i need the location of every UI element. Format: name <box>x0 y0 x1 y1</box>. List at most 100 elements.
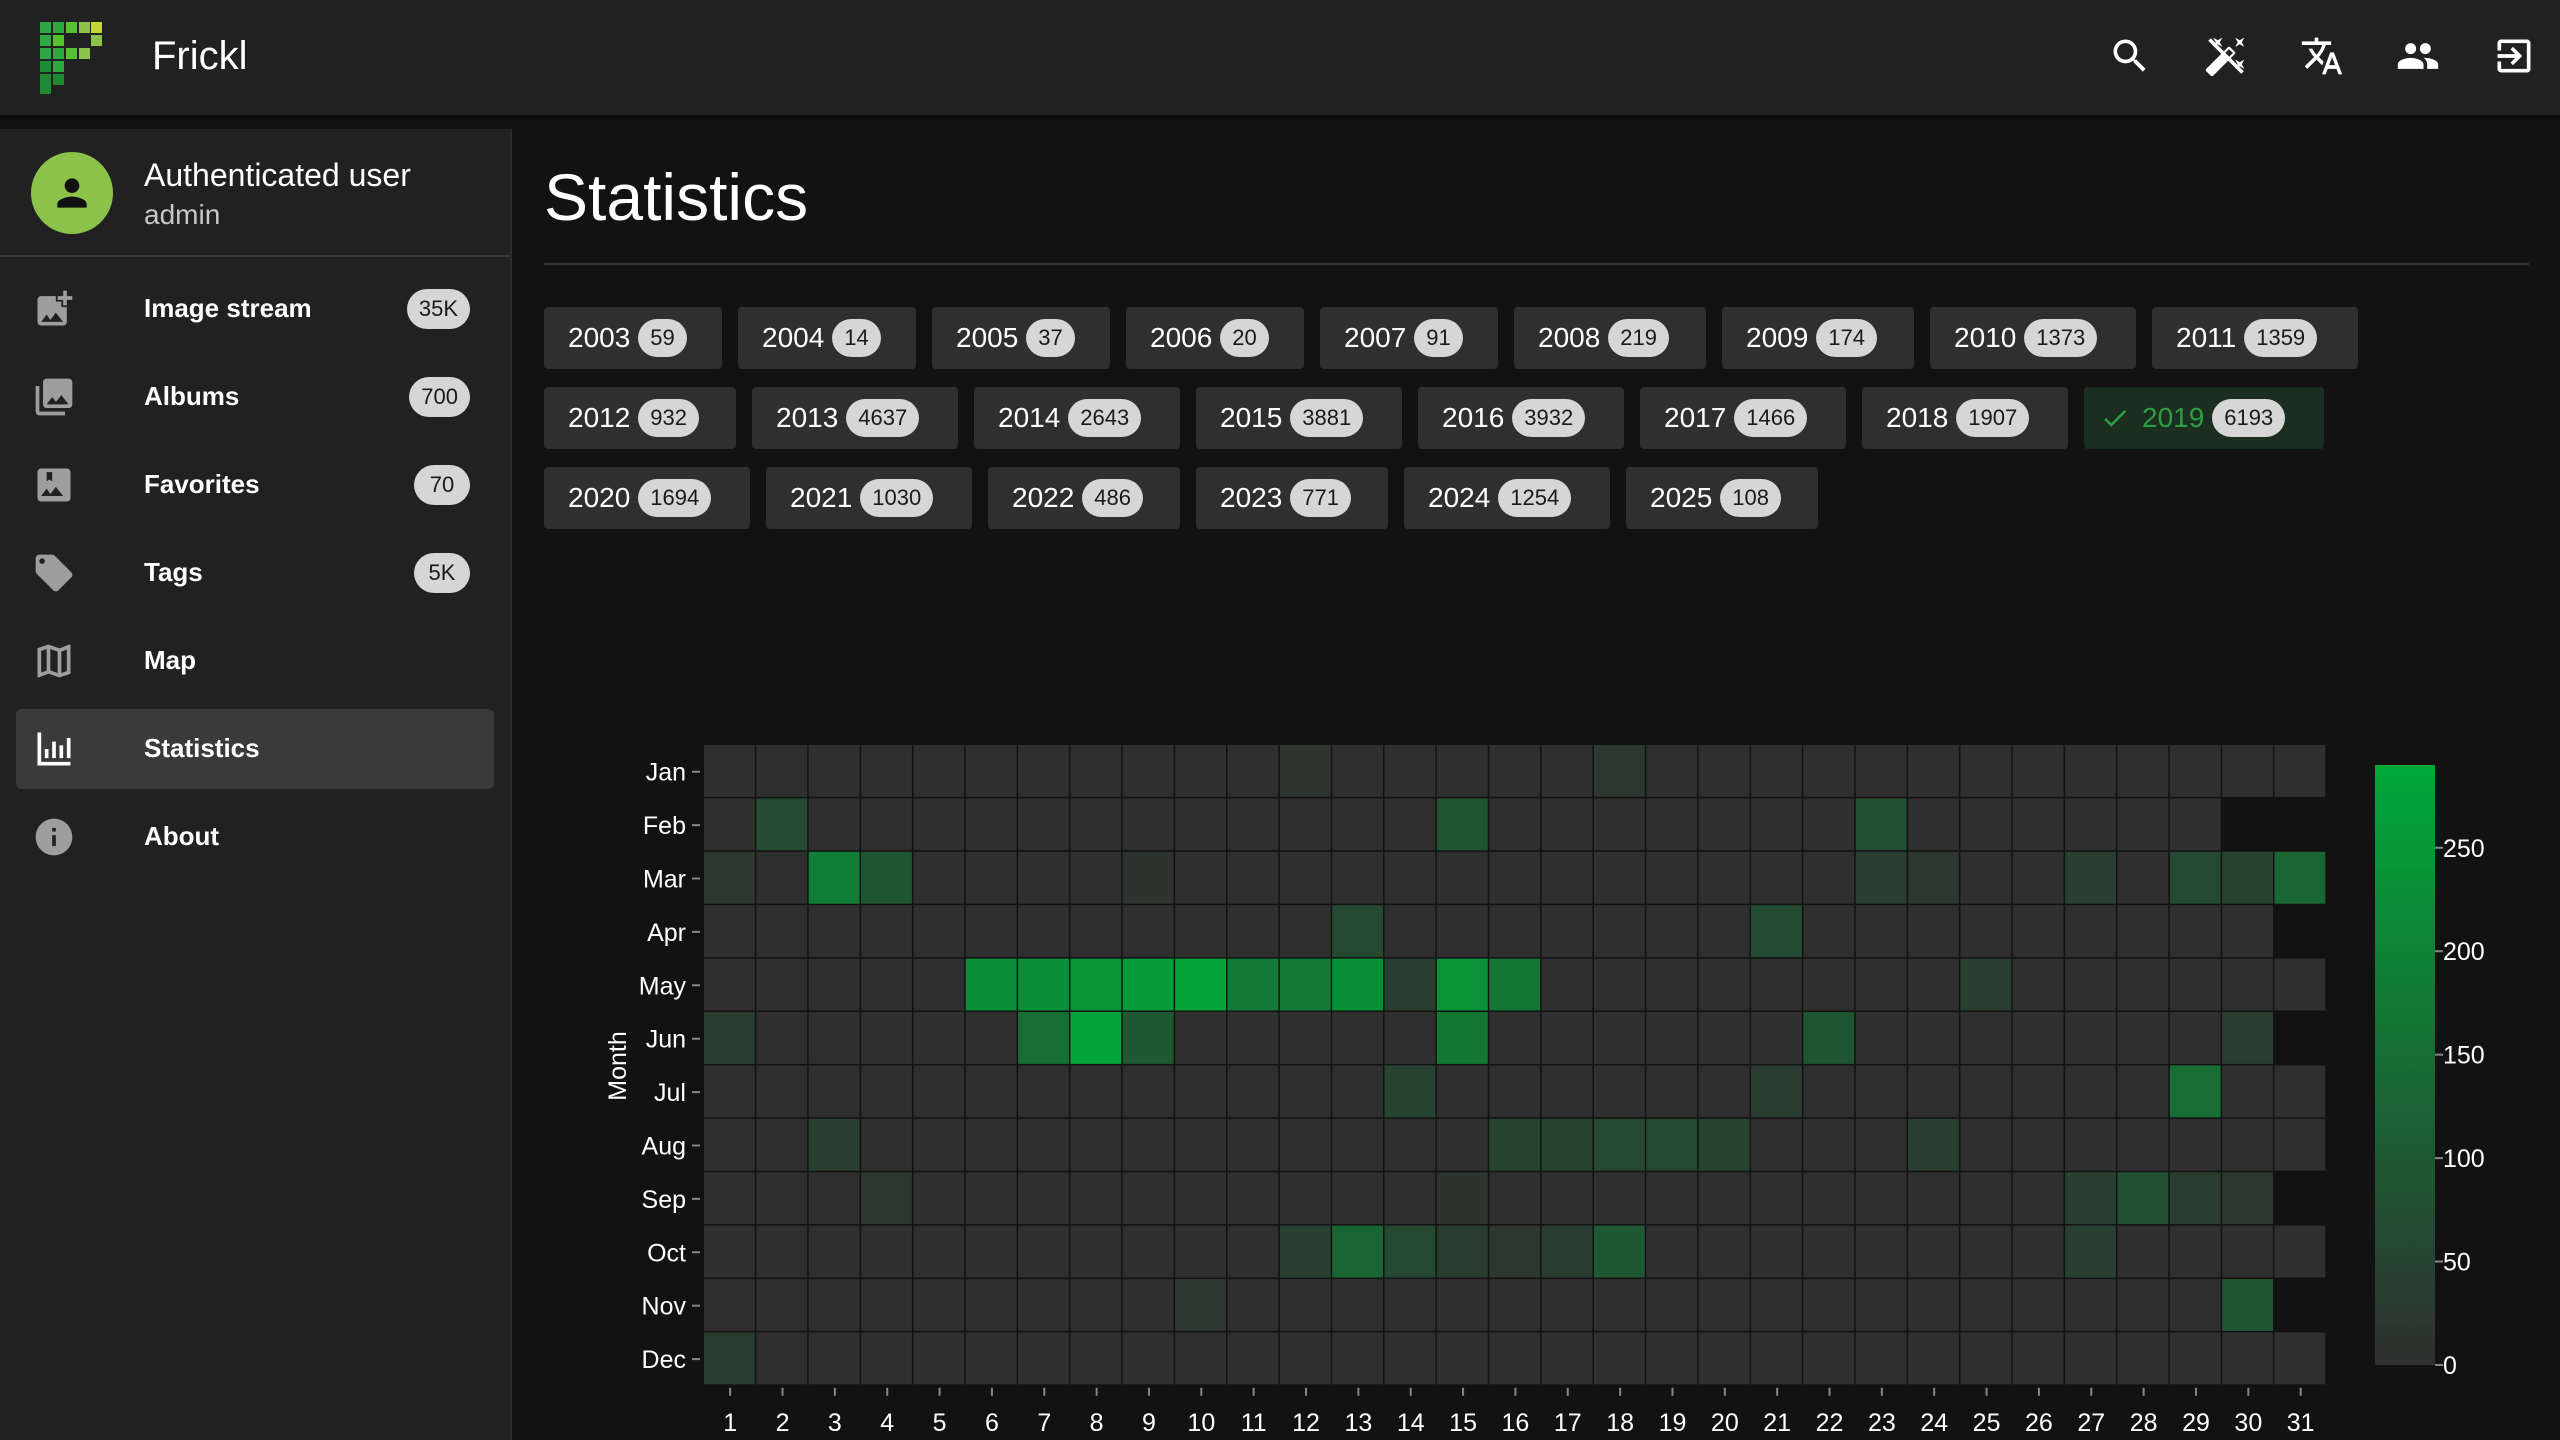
year-chip-2021[interactable]: 2021 1030 <box>766 467 972 529</box>
year-chip-2013[interactable]: 2013 4637 <box>752 387 958 449</box>
heatmap-cell[interactable] <box>1803 798 1855 851</box>
heatmap-cell[interactable] <box>1489 958 1541 1011</box>
heatmap-cell[interactable] <box>704 905 755 958</box>
heatmap-cell[interactable] <box>1960 1279 2012 1331</box>
heatmap-cell[interactable] <box>808 1065 860 1118</box>
heatmap-cell[interactable] <box>1227 1065 1279 1118</box>
heatmap-cell[interactable] <box>704 1225 755 1278</box>
heatmap-cell[interactable] <box>1384 905 1436 958</box>
heatmap-cell[interactable] <box>1332 745 1384 797</box>
heatmap-cell[interactable] <box>2117 1012 2169 1064</box>
year-chip-2009[interactable]: 2009 174 <box>1722 307 1914 369</box>
heatmap-cell[interactable] <box>1541 1172 1593 1225</box>
heatmap-cell[interactable] <box>1175 1118 1226 1171</box>
heatmap-cell[interactable] <box>704 1065 755 1118</box>
heatmap-cell[interactable] <box>2065 1118 2116 1171</box>
heatmap-cell[interactable] <box>1489 1172 1541 1225</box>
heatmap-cell[interactable] <box>1908 1172 1959 1225</box>
heatmap-cell[interactable] <box>1384 958 1436 1011</box>
heatmap-cell[interactable] <box>1070 958 1122 1011</box>
heatmap-cell[interactable] <box>1593 798 1645 851</box>
heatmap-cell[interactable] <box>2169 958 2221 1011</box>
heatmap-cell[interactable] <box>2222 1225 2273 1278</box>
heatmap-cell[interactable] <box>1960 905 2012 958</box>
heatmap-cell[interactable] <box>1855 905 1907 958</box>
heatmap-cell[interactable] <box>1227 851 1279 904</box>
heatmap-cell[interactable] <box>913 851 965 904</box>
heatmap-cell[interactable] <box>1332 798 1384 851</box>
heatmap-cell[interactable] <box>2169 1172 2221 1225</box>
heatmap-cell[interactable] <box>1593 745 1645 797</box>
heatmap-cell[interactable] <box>704 1118 755 1171</box>
heatmap-cell[interactable] <box>1698 1065 1750 1118</box>
heatmap-cell[interactable] <box>1018 798 1069 851</box>
heatmap-cell[interactable] <box>808 1012 860 1064</box>
heatmap-cell[interactable] <box>1122 1118 1174 1171</box>
heatmap-cell[interactable] <box>1175 1012 1226 1064</box>
heatmap-cell[interactable] <box>965 745 1017 797</box>
heatmap-cell[interactable] <box>1018 1065 1069 1118</box>
heatmap-cell[interactable] <box>1070 798 1122 851</box>
heatmap-cell[interactable] <box>1070 1279 1122 1331</box>
heatmap-cell[interactable] <box>1908 1225 1959 1278</box>
frickl-logo-icon[interactable] <box>40 22 102 94</box>
sidebar-item-image-stream[interactable]: Image stream 35K <box>16 269 494 349</box>
heatmap-cell[interactable] <box>1855 851 1907 904</box>
heatmap-cell[interactable] <box>965 1332 1017 1385</box>
heatmap-cell[interactable] <box>2117 1065 2169 1118</box>
heatmap-cell[interactable] <box>704 958 755 1011</box>
sidebar-item-favorites[interactable]: Favorites 70 <box>16 445 494 525</box>
heatmap-cell[interactable] <box>1122 905 1174 958</box>
heatmap-cell[interactable] <box>1070 1225 1122 1278</box>
heatmap-cell[interactable] <box>1908 1279 1959 1331</box>
heatmap-cell[interactable] <box>965 851 1017 904</box>
heatmap-cell[interactable] <box>1646 958 1698 1011</box>
heatmap-cell[interactable] <box>1436 1065 1488 1118</box>
heatmap-cell[interactable] <box>1332 1332 1384 1385</box>
heatmap-cell[interactable] <box>1541 745 1593 797</box>
heatmap-cell[interactable] <box>2117 1279 2169 1331</box>
heatmap-cell[interactable] <box>756 1332 808 1385</box>
heatmap-cell[interactable] <box>2117 905 2169 958</box>
heatmap-cell[interactable] <box>1227 745 1279 797</box>
heatmap-cell[interactable] <box>2169 905 2221 958</box>
heatmap-cell[interactable] <box>965 905 1017 958</box>
heatmap-cell[interactable] <box>2065 1065 2116 1118</box>
year-chip-2015[interactable]: 2015 3881 <box>1196 387 1402 449</box>
heatmap-cell[interactable] <box>2169 798 2221 851</box>
heatmap-cell[interactable] <box>1593 1279 1645 1331</box>
heatmap-cell[interactable] <box>704 1172 755 1225</box>
heatmap-cell[interactable] <box>808 1225 860 1278</box>
heatmap-cell[interactable] <box>861 1065 912 1118</box>
heatmap-cell[interactable] <box>2222 1279 2273 1331</box>
year-chip-2017[interactable]: 2017 1466 <box>1640 387 1846 449</box>
heatmap-cell[interactable] <box>1436 1225 1488 1278</box>
heatmap-cell[interactable] <box>1698 1172 1750 1225</box>
year-chip-2003[interactable]: 2003 59 <box>544 307 722 369</box>
heatmap-cell[interactable] <box>1489 1012 1541 1064</box>
heatmap-cell[interactable] <box>2222 1012 2273 1064</box>
heatmap-cell[interactable] <box>1384 1118 1436 1171</box>
heatmap-cell[interactable] <box>861 1172 912 1225</box>
heatmap-cell[interactable] <box>2065 745 2116 797</box>
heatmap-cell[interactable] <box>2274 1118 2326 1171</box>
heatmap-cell[interactable] <box>1541 905 1593 958</box>
heatmap-cell[interactable] <box>2274 1065 2326 1118</box>
heatmap-cell[interactable] <box>1541 1012 1593 1064</box>
heatmap-cell[interactable] <box>1751 745 1802 797</box>
heatmap-cell[interactable] <box>913 798 965 851</box>
heatmap-cell[interactable] <box>1751 1225 1802 1278</box>
heatmap-cell[interactable] <box>1960 1065 2012 1118</box>
search-icon[interactable] <box>2106 30 2154 82</box>
heatmap-cell[interactable] <box>1175 905 1226 958</box>
heatmap-cell[interactable] <box>913 905 965 958</box>
heatmap-cell[interactable] <box>1332 1065 1384 1118</box>
heatmap-cell[interactable] <box>913 1225 965 1278</box>
sidebar-item-albums[interactable]: Albums 700 <box>16 357 494 437</box>
heatmap-cell[interactable] <box>1279 1172 1331 1225</box>
heatmap-cell[interactable] <box>1436 905 1488 958</box>
heatmap-cell[interactable] <box>1332 851 1384 904</box>
heatmap-cell[interactable] <box>1855 1332 1907 1385</box>
heatmap-cell[interactable] <box>1908 1118 1959 1171</box>
heatmap-cell[interactable] <box>1384 1172 1436 1225</box>
